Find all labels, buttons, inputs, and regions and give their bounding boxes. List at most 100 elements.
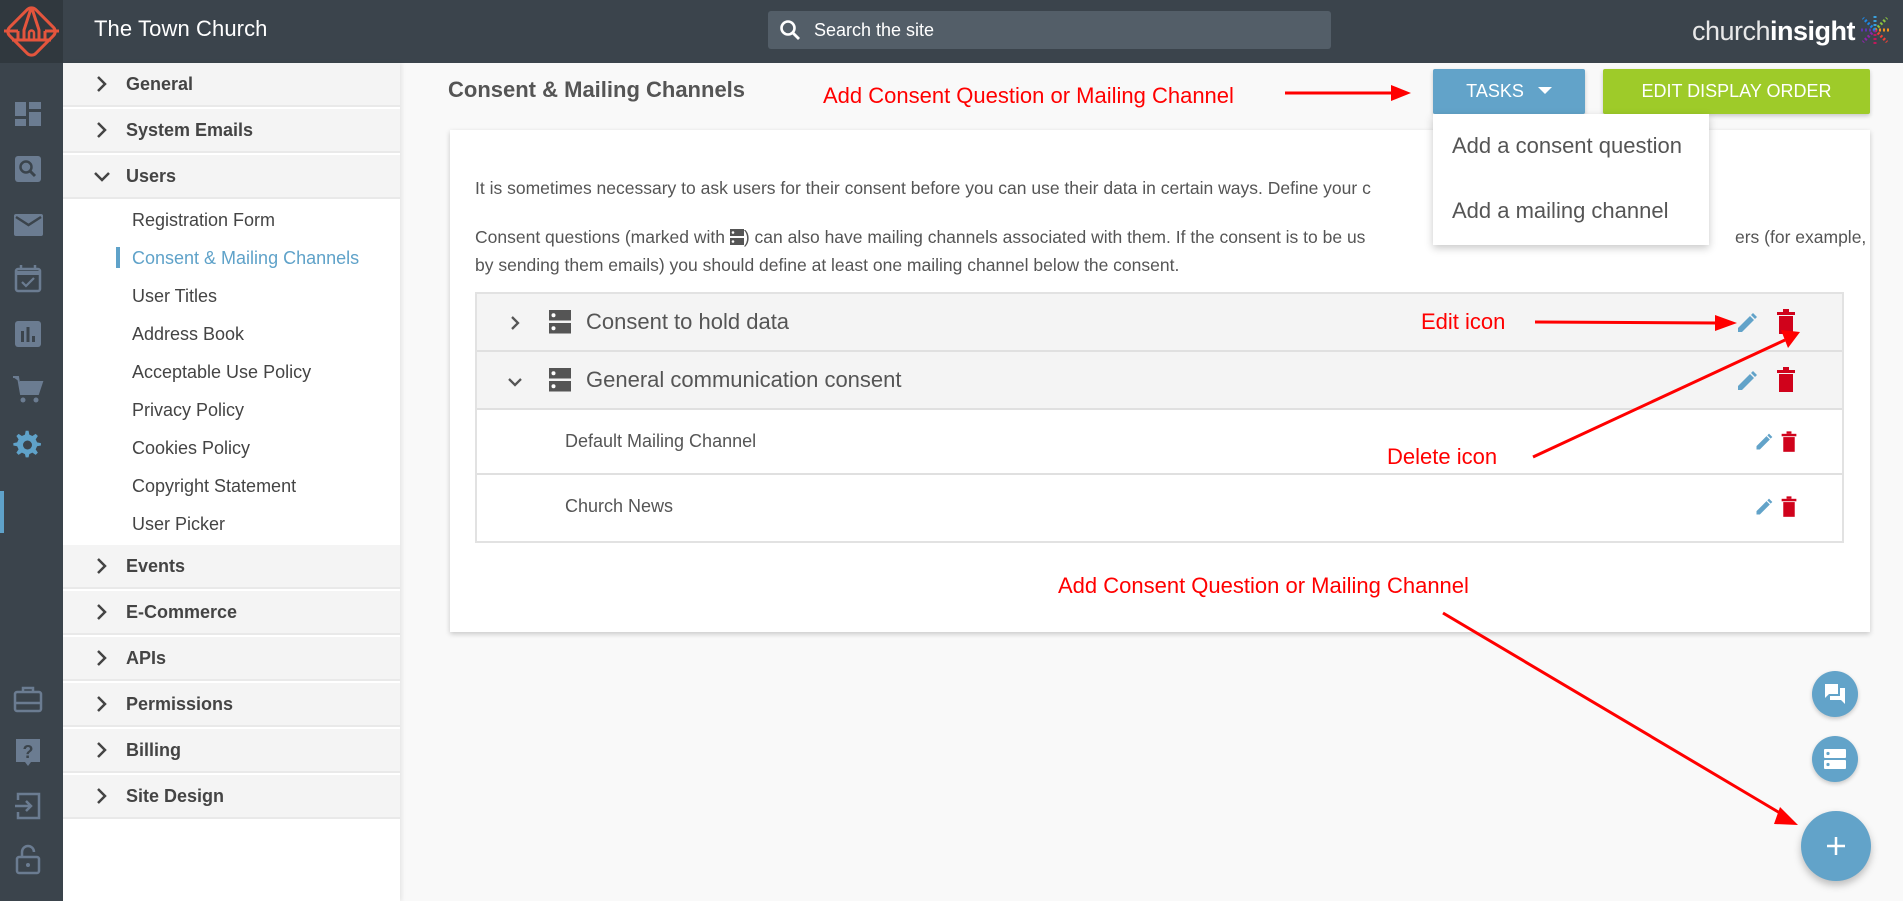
section-label: Billing: [126, 740, 181, 760]
consent-question-row[interactable]: General communication consent: [477, 352, 1842, 410]
sidebar-section-billing[interactable]: Billing: [63, 729, 400, 773]
add-fab-button[interactable]: [1801, 811, 1871, 881]
settings-sidebar: General System Emails Users Registration…: [63, 63, 400, 901]
settings-icon[interactable]: [12, 429, 44, 461]
section-label: Permissions: [126, 694, 234, 714]
edit-icon[interactable]: [1754, 497, 1774, 517]
arrow-bottom: [1442, 611, 1798, 825]
mail-icon[interactable]: [12, 208, 44, 240]
para2-text-after: ) can also have mailing channels associa…: [743, 227, 1366, 247]
search-icon: [778, 18, 802, 47]
sidebar-item-privacy-policy[interactable]: Privacy Policy: [68, 391, 338, 429]
section-label: Events: [126, 556, 186, 576]
item-label: User Picker: [132, 514, 226, 534]
section-label: Users: [126, 166, 177, 186]
consent-table: Consent to hold data General communicati…: [475, 292, 1844, 543]
users-submenu: Registration Form Consent & Mailing Chan…: [68, 201, 400, 538]
dashboard-icon[interactable]: [12, 98, 44, 130]
sidebar-section-events[interactable]: Events: [63, 545, 400, 589]
calendar-check-icon[interactable]: [12, 263, 44, 295]
chat-fab-button[interactable]: [1812, 671, 1858, 717]
edit-icon[interactable]: [1754, 432, 1774, 452]
svg-text:?: ?: [23, 742, 34, 762]
sidebar-section-general[interactable]: General: [63, 63, 400, 107]
edit-icon[interactable]: [1735, 369, 1759, 393]
tasks-label: TASKS: [1466, 81, 1524, 101]
sidebar-item-address-book[interactable]: Address Book: [68, 315, 338, 353]
section-label: E-Commerce: [126, 602, 238, 622]
mailing-channel-row[interactable]: Church News: [477, 475, 1842, 540]
delete-icon[interactable]: [1780, 496, 1798, 518]
intro-paragraph-1: It is sometimes necessary to ask users f…: [475, 178, 1371, 198]
chevron-right-icon: [97, 788, 107, 804]
delete-icon[interactable]: [1780, 431, 1798, 453]
sidebar-item-user-titles[interactable]: User Titles: [68, 277, 338, 315]
edit-display-order-button[interactable]: EDIT DISPLAY ORDER: [1603, 69, 1870, 114]
annotation-edit-icon: Edit icon: [1421, 309, 1506, 334]
sidebar-section-permissions[interactable]: Permissions: [63, 683, 400, 727]
edit-icon[interactable]: [1735, 311, 1759, 335]
site-title[interactable]: The Town Church: [94, 16, 268, 42]
chevron-right-icon: [97, 696, 107, 712]
section-label: General: [126, 74, 194, 94]
sidebar-section-apis[interactable]: APIs: [63, 637, 400, 681]
chat-icon: [1825, 684, 1845, 704]
chevron-right-icon: [97, 558, 107, 574]
item-label: Privacy Policy: [132, 400, 245, 420]
menu-item-add-consent-question[interactable]: Add a consent question: [1452, 133, 1682, 159]
intro-paragraph-2-tail: ers (for example,: [1735, 227, 1867, 247]
church-logo[interactable]: [0, 0, 63, 63]
channel-label: Church News: [565, 496, 674, 516]
sidebar-section-system-emails[interactable]: System Emails: [63, 109, 400, 153]
search-icon[interactable]: [12, 153, 44, 185]
consent-question-icon: [549, 368, 571, 392]
chevron-right-icon: [97, 742, 107, 758]
brand-text-light: church: [1692, 16, 1771, 46]
lock-icon[interactable]: [12, 843, 44, 875]
annotation-bottom: Add Consent Question or Mailing Channel: [1058, 573, 1469, 598]
chevron-right-icon: [97, 76, 107, 92]
search-input[interactable]: [814, 11, 1314, 49]
church-logo-icon: [4, 6, 59, 57]
sidebar-item-acceptable-use-policy[interactable]: Acceptable Use Policy: [68, 353, 338, 391]
section-label: Site Design: [126, 786, 225, 806]
sidebar-section-site-design[interactable]: Site Design: [63, 775, 400, 819]
cart-icon[interactable]: [12, 373, 44, 405]
intro-paragraph-3: by sending them emails) you should defin…: [475, 255, 1180, 275]
mailing-channel-row[interactable]: Default Mailing Channel: [477, 410, 1842, 475]
item-label: Address Book: [132, 324, 245, 344]
sidebar-item-registration-form[interactable]: Registration Form: [68, 201, 338, 239]
sidebar-item-cookies-policy[interactable]: Cookies Policy: [68, 429, 338, 467]
channel-label: Default Mailing Channel: [565, 431, 757, 451]
briefcase-icon[interactable]: [12, 683, 44, 715]
item-label: Acceptable Use Policy: [132, 362, 312, 382]
item-label: Consent & Mailing Channels: [132, 248, 360, 268]
menu-item-add-mailing-channel[interactable]: Add a mailing channel: [1452, 198, 1668, 224]
chevron-down-icon: [94, 172, 110, 182]
chart-icon[interactable]: [12, 318, 44, 350]
sidebar-item-consent-mailing-channels[interactable]: Consent & Mailing Channels: [68, 239, 359, 277]
chevron-right-icon[interactable]: [509, 314, 521, 332]
sidebar-item-user-picker[interactable]: User Picker: [68, 505, 338, 543]
plus-icon: [1827, 837, 1845, 855]
add-consent-fab-button[interactable]: [1812, 736, 1858, 782]
chevron-right-icon: [97, 650, 107, 666]
icon-rail: ?: [0, 63, 63, 901]
chevron-down-icon[interactable]: [506, 376, 524, 388]
tasks-button[interactable]: TASKS: [1433, 69, 1585, 114]
para2-text-before: Consent questions (marked with: [475, 227, 730, 247]
tasks-dropdown-menu: Add a consent question Add a mailing cha…: [1433, 114, 1709, 245]
delete-icon[interactable]: [1775, 367, 1797, 393]
help-icon[interactable]: ?: [12, 736, 44, 768]
sidebar-section-e-commerce[interactable]: E-Commerce: [63, 591, 400, 635]
sidebar-item-copyright-statement[interactable]: Copyright Statement: [68, 467, 338, 505]
search-bar[interactable]: [768, 11, 1331, 49]
question-label: General communication consent: [586, 367, 902, 392]
top-bar: The Town Church churchinsight: [0, 0, 1903, 63]
delete-icon[interactable]: [1775, 309, 1797, 335]
sidebar-section-users[interactable]: Users: [63, 155, 400, 199]
chevron-right-icon: [97, 122, 107, 138]
brand-spark-icon: [1859, 14, 1891, 46]
consent-question-row[interactable]: Consent to hold data: [477, 294, 1842, 352]
logout-icon[interactable]: [12, 790, 44, 822]
